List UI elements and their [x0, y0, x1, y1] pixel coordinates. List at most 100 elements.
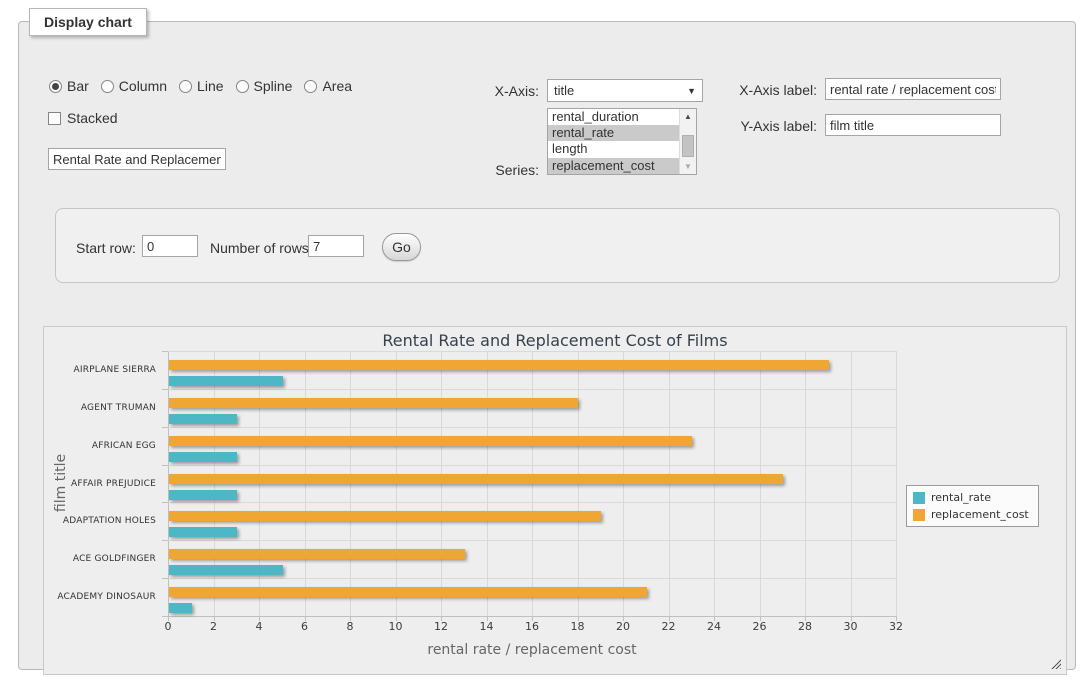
x-axis-select[interactable]: title ▼ [547, 79, 703, 102]
y-axis-tick [162, 389, 168, 390]
y-axis-title: film title [53, 454, 69, 512]
chart-title-input[interactable] [48, 148, 226, 170]
y-axis-tick [162, 616, 168, 617]
radio-icon[interactable] [179, 80, 192, 93]
bar-rental_rate[interactable] [169, 603, 192, 613]
chart-type-radio-column[interactable]: Column [101, 78, 167, 94]
series-option-rental_duration[interactable]: rental_duration [548, 109, 679, 125]
start-row-label: Start row: [76, 240, 136, 256]
x-tick-label: 16 [512, 620, 552, 633]
bar-rental_rate[interactable] [169, 452, 237, 462]
chart-type-radio-spline[interactable]: Spline [236, 78, 293, 94]
series-options: rental_durationrental_ratelengthreplacem… [548, 109, 679, 174]
row-range-panel: Start row: Number of rows: Go [55, 208, 1060, 283]
legend-label: replacement_cost [931, 508, 1029, 521]
x-axis-label-input[interactable] [825, 78, 1001, 100]
stacked-checkbox[interactable] [48, 112, 61, 125]
scrollbar-thumb[interactable] [682, 135, 694, 157]
radio-label: Area [322, 78, 352, 94]
chart-type-radio-group: Bar Column Line Spline Area [49, 78, 352, 94]
series-option-length[interactable]: length [548, 141, 679, 157]
bar-rental_rate[interactable] [169, 565, 283, 575]
y-axis-tick [162, 465, 168, 466]
x-axis-select-label: X-Axis: [449, 83, 539, 99]
legend-swatch-icon [913, 509, 925, 521]
radio-label: Column [119, 78, 167, 94]
y-axis-label-label: Y-Axis label: [719, 118, 817, 134]
legend-item-rental_rate[interactable]: rental_rate [913, 491, 1029, 504]
number-of-rows-input[interactable] [308, 235, 364, 257]
radio-icon[interactable] [49, 80, 62, 93]
y-axis-label-input[interactable] [825, 114, 1001, 136]
chart-title: Rental Rate and Replacement Cost of Film… [44, 331, 1066, 350]
bar-rental_rate[interactable] [169, 414, 237, 424]
x-tick-label: 30 [831, 620, 871, 633]
grid-line [168, 502, 896, 503]
x-tick-label: 10 [376, 620, 416, 633]
bar-replacement_cost[interactable] [169, 436, 692, 446]
x-tick-label: 28 [785, 620, 825, 633]
radio-icon[interactable] [236, 80, 249, 93]
radio-label: Bar [67, 78, 89, 94]
legend-swatch-icon [913, 492, 925, 504]
chart-type-radio-area[interactable]: Area [304, 78, 352, 94]
go-button[interactable]: Go [382, 233, 421, 261]
series-option-rental_rate[interactable]: rental_rate [548, 125, 679, 141]
x-tick-label: 24 [694, 620, 734, 633]
stacked-checkbox-row[interactable]: Stacked [48, 110, 118, 126]
series-multiselect[interactable]: rental_durationrental_ratelengthreplacem… [547, 108, 697, 175]
x-tick-label: 4 [239, 620, 279, 633]
grid-line [168, 578, 896, 579]
chart-legend: rental_rate replacement_cost [906, 485, 1039, 527]
scroll-down-icon[interactable]: ▼ [680, 159, 696, 174]
chart-type-radio-bar[interactable]: Bar [49, 78, 89, 94]
bar-replacement_cost[interactable] [169, 511, 601, 521]
radio-label: Line [197, 78, 223, 94]
category-label: AGENT TRUMAN [44, 403, 156, 413]
category-label: AIRPLANE SIERRA [44, 365, 156, 375]
x-tick-label: 6 [285, 620, 325, 633]
chart-type-radio-line[interactable]: Line [179, 78, 223, 94]
stacked-label: Stacked [67, 110, 118, 126]
radio-label: Spline [254, 78, 293, 94]
x-tick-label: 20 [603, 620, 643, 633]
x-tick-label: 26 [740, 620, 780, 633]
bar-rental_rate[interactable] [169, 527, 237, 537]
radio-icon[interactable] [304, 80, 317, 93]
series-scrollbar[interactable]: ▲ ▼ [679, 109, 696, 174]
resize-grip-icon[interactable] [1051, 659, 1061, 669]
bar-replacement_cost[interactable] [169, 474, 783, 484]
x-tick-label: 14 [467, 620, 507, 633]
category-label: AFRICAN EGG [44, 441, 156, 451]
x-tick-label: 2 [194, 620, 234, 633]
grid-line [168, 427, 896, 428]
bar-rental_rate[interactable] [169, 490, 237, 500]
grid-line [851, 351, 852, 616]
bar-replacement_cost[interactable] [169, 360, 829, 370]
bar-replacement_cost[interactable] [169, 398, 578, 408]
bar-replacement_cost[interactable] [169, 587, 647, 597]
x-tick-label: 8 [330, 620, 370, 633]
grid-line [168, 540, 896, 541]
x-axis-select-value: title [554, 83, 574, 98]
y-axis-tick [162, 540, 168, 541]
series-option-replacement_cost[interactable]: replacement_cost [548, 158, 679, 174]
scroll-up-icon[interactable]: ▲ [680, 109, 696, 124]
category-label: ADAPTATION HOLES [44, 516, 156, 526]
series-select-label: Series: [449, 162, 539, 178]
y-axis-tick [162, 427, 168, 428]
grid-line [168, 351, 896, 352]
legend-item-replacement_cost[interactable]: replacement_cost [913, 508, 1029, 521]
grid-line [168, 465, 896, 466]
bar-rental_rate[interactable] [169, 376, 283, 386]
y-axis-tick [162, 351, 168, 352]
x-tick-label: 22 [649, 620, 689, 633]
radio-icon[interactable] [101, 80, 114, 93]
display-chart-panel: Display chart BarColumnLineSplineArea St… [18, 21, 1076, 670]
grid-line [805, 351, 806, 616]
start-row-input[interactable] [142, 235, 198, 257]
chevron-down-icon: ▼ [687, 86, 696, 96]
y-axis-tick [162, 502, 168, 503]
x-axis-title: rental rate / replacement cost [332, 642, 732, 658]
bar-replacement_cost[interactable] [169, 549, 465, 559]
